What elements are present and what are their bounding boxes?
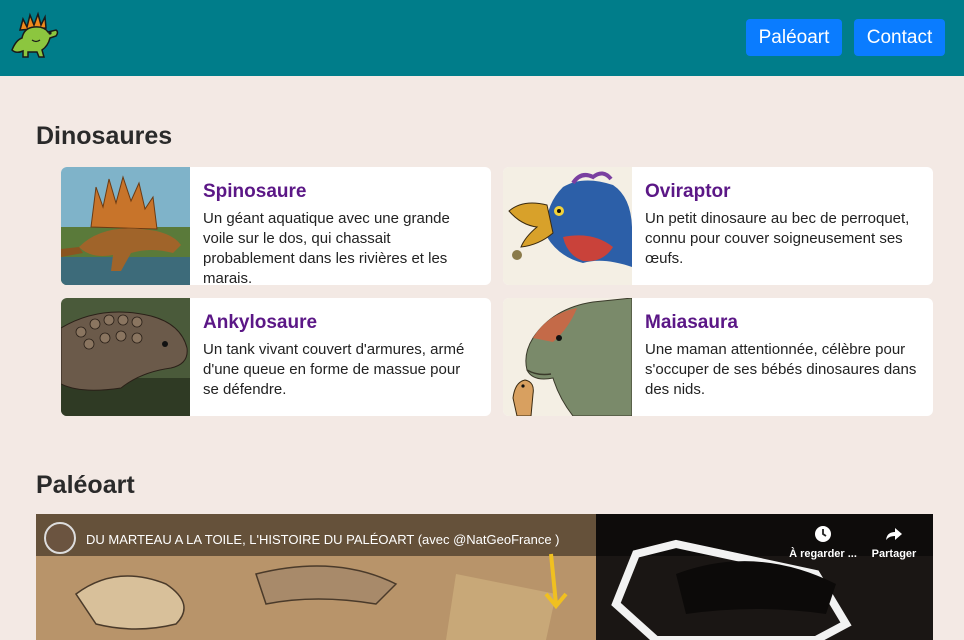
paleoart-section-title: Paléoart [36, 471, 135, 499]
share-button[interactable]: Partager [859, 524, 929, 560]
video-title[interactable]: DU MARTEAU A LA TOILE, L'HISTOIRE DU PAL… [86, 532, 560, 547]
top-bar: Paléoart Contact [0, 0, 964, 76]
dinosaur-card-maiasaura[interactable]: Maiasaura Une maman attentionnée, célèbr… [503, 298, 933, 416]
watch-later-button[interactable]: À regarder ... [788, 524, 858, 560]
dinosaur-card-oviraptor[interactable]: Oviraptor Un petit dinosaure au bec de p… [503, 167, 933, 285]
dinosaurs-section-title: Dinosaures [36, 122, 173, 150]
card-description: Un tank vivant couvert d'armures, armé d… [203, 341, 465, 398]
share-icon [859, 524, 929, 544]
share-label: Partager [871, 548, 917, 560]
nav-paleoart-button[interactable]: Paléoart [746, 19, 842, 56]
channel-avatar[interactable] [44, 522, 76, 554]
dinosaur-logo-icon[interactable] [6, 10, 60, 60]
clock-icon [788, 524, 858, 544]
nav-contact-button[interactable]: Contact [854, 19, 945, 56]
maiasaura-image [503, 298, 632, 416]
watch-later-label: À regarder ... [789, 548, 857, 560]
card-title: Maiasaura [645, 312, 738, 333]
card-description: Une maman attentionnée, célèbre pour s'o… [645, 341, 917, 398]
card-description: Un géant aquatique avec une grande voile… [203, 210, 450, 285]
ankylosaurus-image [61, 298, 190, 416]
card-description: Un petit dinosaure au bec de perroquet, … [645, 210, 910, 267]
dinosaur-card-spinosaurus[interactable]: Spinosaure Un géant aquatique avec une g… [61, 167, 491, 285]
card-title: Spinosaure [203, 181, 307, 202]
card-title: Ankylosaure [203, 312, 318, 333]
dinosaur-card-ankylosaurus[interactable]: Ankylosaure Un tank vivant couvert d'arm… [61, 298, 491, 416]
card-title: Oviraptor [645, 181, 731, 202]
oviraptor-image [503, 167, 632, 285]
paleoart-video-player[interactable]: DU MARTEAU A LA TOILE, L'HISTOIRE DU PAL… [36, 514, 933, 640]
spinosaurus-image [61, 167, 190, 285]
